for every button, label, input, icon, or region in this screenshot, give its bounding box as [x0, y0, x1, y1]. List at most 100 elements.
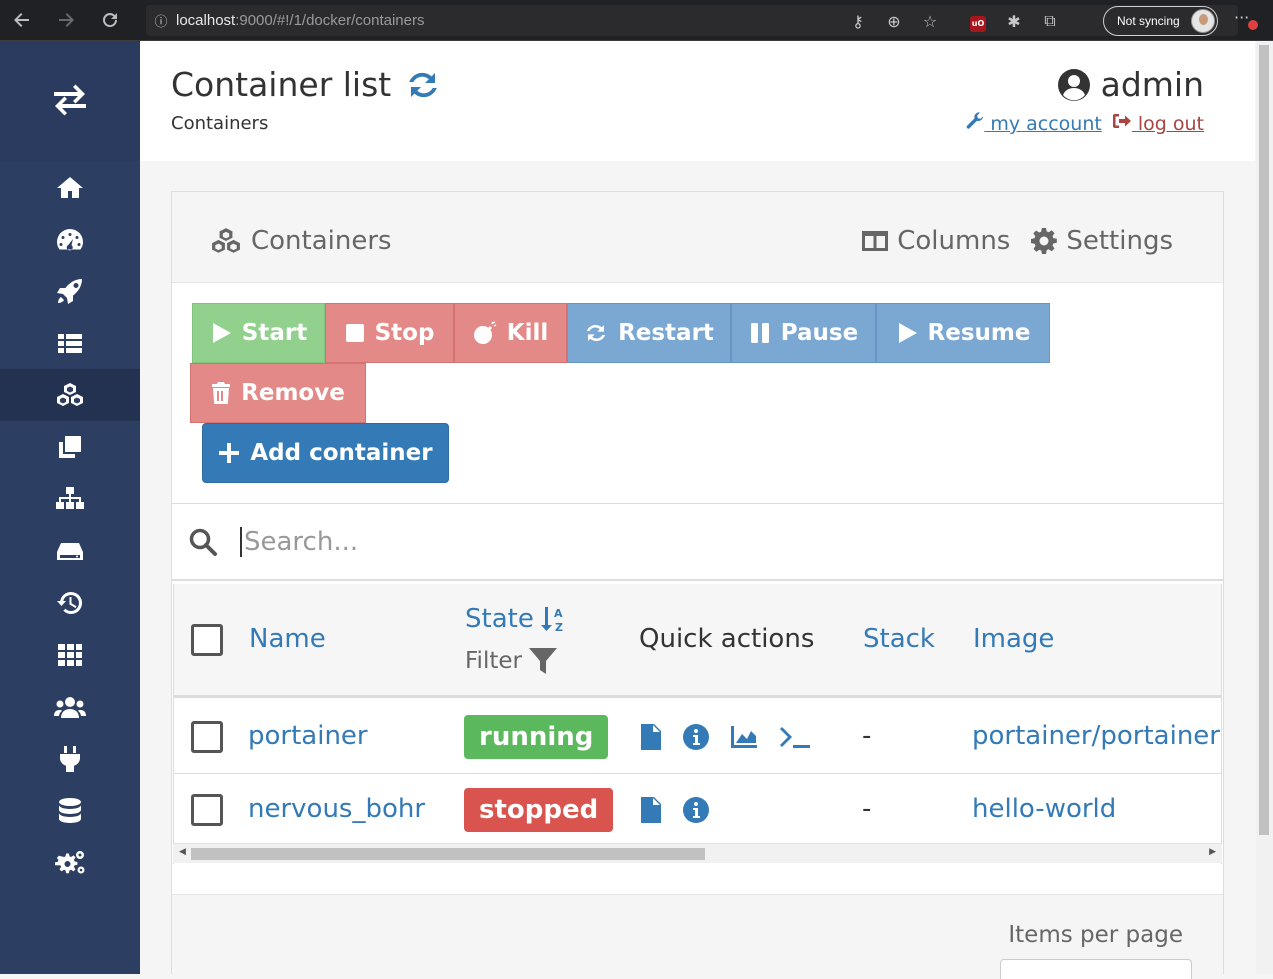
address-bar[interactable]: ⓘ localhost:9000/#!/1/docker/containers — [146, 5, 1238, 36]
sidebar-item-dashboard[interactable] — [0, 213, 140, 265]
containers-table: Name State AZ Filter Quick actions Stack… — [173, 584, 1222, 864]
scroll-right-icon[interactable]: ▶ — [1209, 847, 1216, 857]
resume-button[interactable]: Resume — [876, 303, 1050, 363]
container-name-link[interactable]: portainer — [248, 721, 368, 751]
column-header-image[interactable]: Image — [973, 624, 1054, 654]
state-filter-label: Filter — [465, 648, 522, 674]
widget-header: Containers Columns Settings — [172, 192, 1223, 283]
hdd-icon — [57, 543, 83, 560]
select-all-checkbox[interactable] — [191, 624, 223, 656]
widget-title: Containers — [211, 226, 392, 256]
page-scrollbar[interactable] — [1256, 41, 1273, 974]
page-scrollbar-thumb[interactable] — [1259, 45, 1269, 835]
sidebar-item-registries[interactable] — [0, 785, 140, 837]
my-account-label: my account — [990, 113, 1102, 135]
rocket-icon — [57, 279, 82, 304]
search-bar — [172, 503, 1223, 581]
add-container-button[interactable]: Add container — [202, 423, 449, 483]
sidebar-item-settings[interactable] — [0, 837, 140, 889]
reload-button[interactable] — [88, 0, 132, 41]
bug-extension-icon[interactable]: ✱ — [996, 12, 1032, 31]
logs-icon[interactable] — [640, 723, 662, 751]
columns-button[interactable]: Columns — [861, 226, 1010, 256]
cubes-icon — [212, 228, 240, 253]
start-button[interactable]: Start — [192, 303, 325, 363]
forward-button[interactable] — [44, 0, 88, 41]
container-name-link[interactable]: nervous_bohr — [248, 794, 425, 824]
th-icon — [58, 644, 82, 666]
log-out-link[interactable]: log out — [1112, 112, 1204, 135]
row-checkbox[interactable] — [191, 794, 223, 826]
browser-toolbar-icons: ⚷ ⊕ ☆ uO ✱ ⧉ — [840, 6, 1068, 36]
info-icon[interactable]: ⓘ — [146, 11, 176, 30]
column-header-state[interactable]: State AZ — [465, 604, 568, 634]
info-icon[interactable] — [682, 723, 710, 751]
sync-label: Not syncing — [1117, 14, 1180, 28]
image-link[interactable]: portainer/portainer — [972, 721, 1220, 751]
arrow-left-icon — [14, 13, 29, 27]
items-per-page-label: Items per page — [1008, 922, 1183, 948]
svg-text:Z: Z — [555, 621, 563, 633]
sync-button[interactable]: Not syncing — [1103, 6, 1218, 36]
info-icon[interactable] — [682, 796, 710, 824]
sidebar-item-stacks[interactable] — [0, 317, 140, 369]
sidebar-item-events[interactable] — [0, 577, 140, 629]
table-horizontal-scrollbar[interactable]: ◀ ▶ — [173, 843, 1222, 863]
pause-button[interactable]: Pause — [731, 303, 876, 363]
page-header: Container list Containers admin my accou… — [140, 41, 1255, 161]
scroll-left-icon[interactable]: ◀ — [179, 847, 186, 857]
stop-icon — [345, 324, 364, 342]
sidebar-item-users[interactable] — [0, 681, 140, 733]
clone-icon — [59, 436, 81, 458]
console-icon[interactable] — [778, 725, 812, 749]
sidebar-item-volumes[interactable] — [0, 525, 140, 577]
sidebar-item-images[interactable] — [0, 421, 140, 473]
trash-icon — [212, 382, 231, 404]
key-icon[interactable]: ⚷ — [840, 12, 876, 31]
stats-icon[interactable] — [730, 725, 758, 749]
sitemap-icon — [56, 487, 84, 509]
items-per-page-select[interactable] — [1000, 959, 1192, 979]
filter-icon — [528, 648, 557, 674]
search-input[interactable] — [240, 526, 1140, 557]
sidebar-item-endpoints[interactable] — [0, 733, 140, 785]
image-link[interactable]: hello-world — [972, 794, 1116, 824]
kill-label: Kill — [506, 320, 549, 346]
my-account-link[interactable]: my account — [966, 112, 1102, 135]
sidebar-item-host[interactable] — [0, 629, 140, 681]
plug-icon — [60, 746, 80, 772]
table-scrollbar-thumb[interactable] — [191, 848, 705, 860]
sidebar-item-containers[interactable] — [0, 369, 140, 421]
refresh-icon[interactable] — [405, 67, 441, 103]
pause-label: Pause — [780, 320, 859, 346]
state-filter-button[interactable]: Filter — [465, 646, 558, 676]
row-checkbox[interactable] — [191, 721, 223, 753]
settings-button[interactable]: Settings — [1030, 226, 1173, 256]
sidebar-item-app-templates[interactable] — [0, 265, 140, 317]
pause-icon — [750, 323, 769, 343]
ublock-extension-icon[interactable]: uO — [960, 11, 996, 32]
browser-menu-button[interactable]: ··· — [1234, 8, 1258, 30]
widget-tools: Columns Settings — [861, 226, 1173, 256]
column-header-name[interactable]: Name — [249, 624, 326, 654]
back-button[interactable] — [0, 0, 44, 41]
sidebar-item-networks[interactable] — [0, 473, 140, 525]
collections-icon[interactable]: ⧉ — [1032, 11, 1068, 31]
user-info: admin — [1057, 65, 1204, 104]
star-icon[interactable]: ☆ — [912, 12, 948, 31]
table-header: Name State AZ Filter Quick actions Stack… — [174, 584, 1221, 698]
logs-icon[interactable] — [640, 796, 662, 824]
sidebar-item-home[interactable] — [0, 161, 140, 213]
sort-alpha-asc-icon: AZ — [540, 607, 563, 633]
gear-icon — [1031, 228, 1058, 254]
columns-label: Columns — [897, 226, 1011, 256]
remove-button[interactable]: Remove — [190, 363, 366, 423]
kill-button[interactable]: Kill — [454, 303, 567, 363]
zoom-icon[interactable]: ⊕ — [876, 12, 912, 31]
logo[interactable] — [0, 41, 140, 161]
stop-button[interactable]: Stop — [325, 303, 454, 363]
svg-text:A: A — [554, 607, 563, 620]
restart-button[interactable]: Restart — [567, 303, 731, 363]
bomb-icon — [473, 321, 497, 344]
column-header-stack[interactable]: Stack — [863, 624, 935, 654]
